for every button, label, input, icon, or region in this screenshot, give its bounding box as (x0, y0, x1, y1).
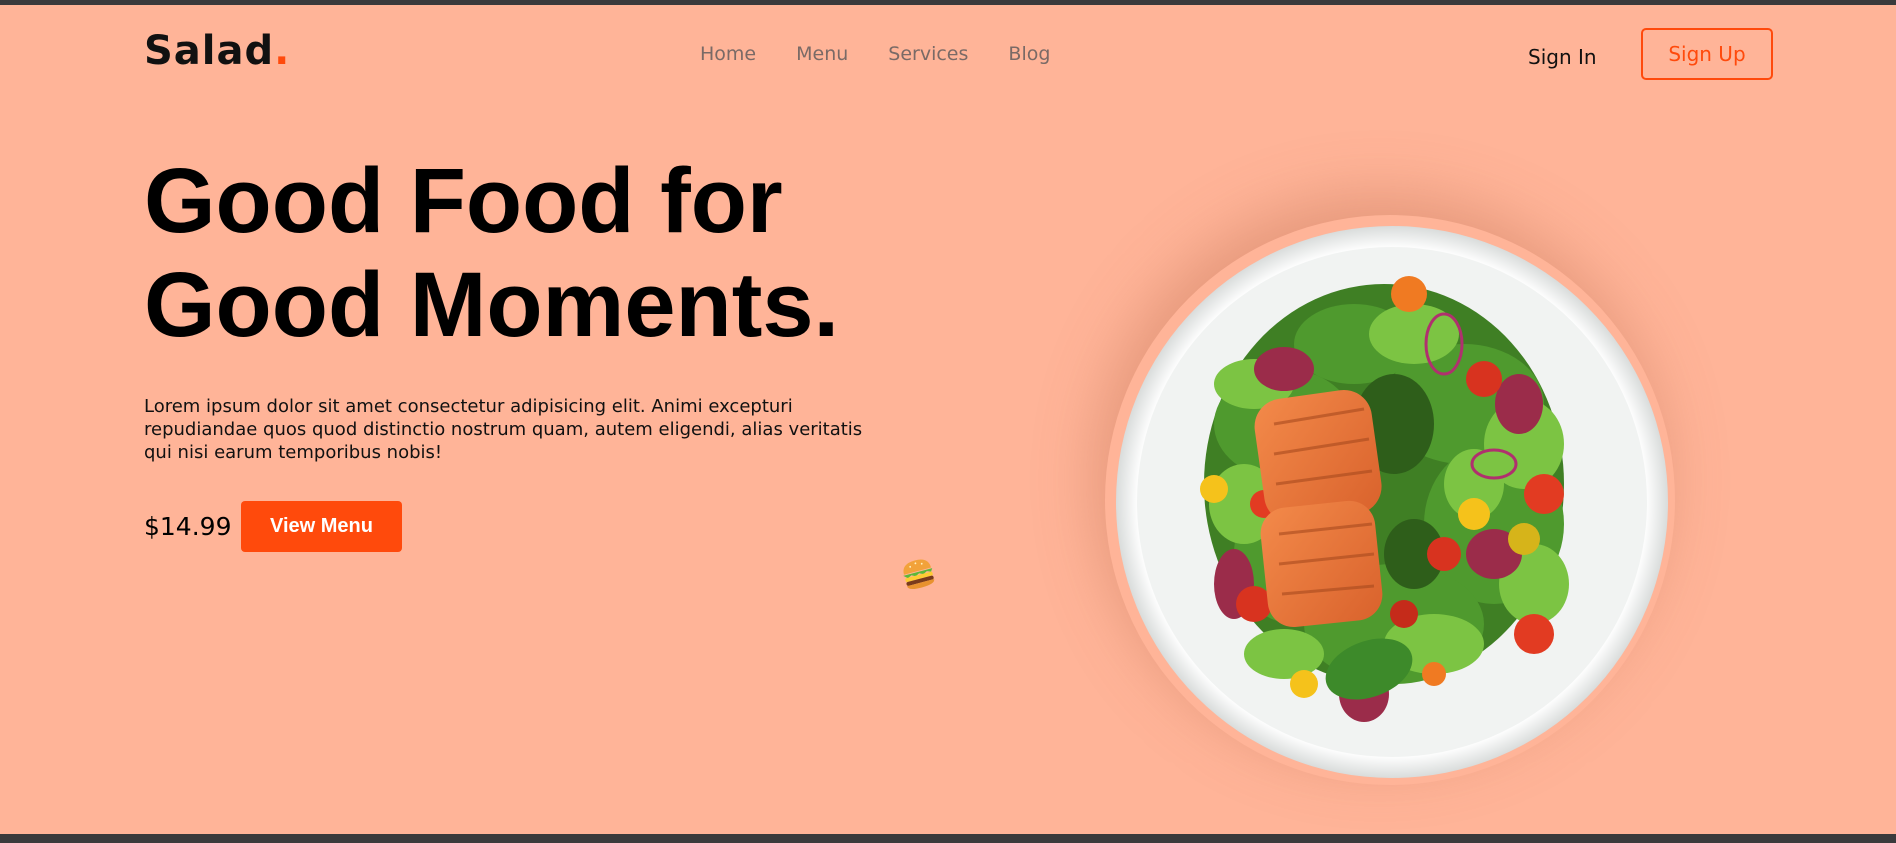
logo-text: Salad (144, 28, 275, 74)
salmon-salad-plate-image (1116, 226, 1668, 778)
hero-title-line-1: Good Food for (144, 150, 783, 252)
view-menu-button[interactable]: View Menu (241, 501, 402, 552)
main-nav: Home Menu Services Blog (700, 43, 1050, 65)
nav-menu-link[interactable]: Menu (796, 43, 848, 65)
nav-services-link[interactable]: Services (888, 43, 968, 65)
hero-description: Lorem ipsum dolor sit amet consectetur a… (144, 396, 863, 463)
sign-up-button[interactable]: Sign Up (1641, 28, 1773, 80)
logo-dot: . (274, 28, 291, 74)
price-label: $14.99 (144, 512, 232, 541)
nav-home-link[interactable]: Home (700, 43, 756, 65)
nav-blog-link[interactable]: Blog (1008, 43, 1050, 65)
sign-in-link[interactable]: Sign In (1528, 45, 1597, 69)
landing-page: Salad. Home Menu Services Blog Sign In S… (0, 5, 1896, 834)
hero-title: Good Food for Good Moments. (144, 149, 904, 357)
hero-title-line-2: Good Moments. (144, 254, 840, 356)
burger-icon (903, 559, 935, 590)
logo[interactable]: Salad. (144, 31, 290, 71)
